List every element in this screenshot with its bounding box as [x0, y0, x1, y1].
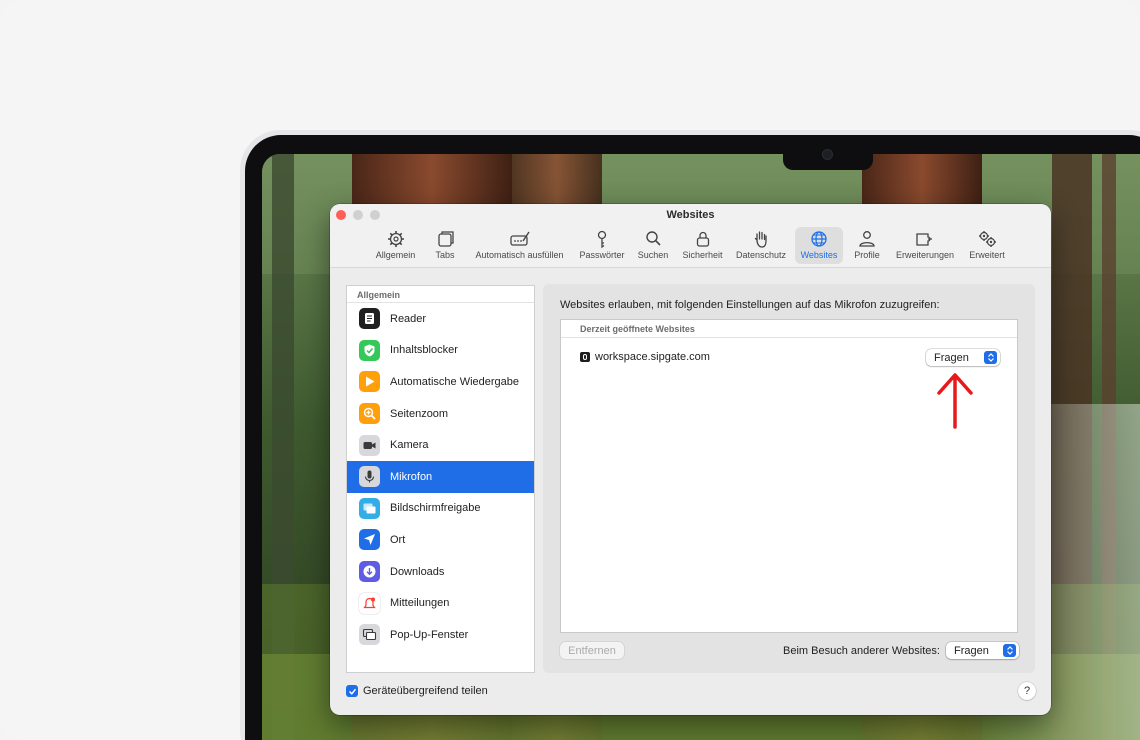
- sidebar-item-ort[interactable]: Ort: [347, 524, 534, 556]
- play-icon: [359, 371, 380, 393]
- microphone-icon: [359, 466, 380, 488]
- site-name: workspace.sipgate.com: [595, 351, 710, 363]
- tab-automatisch-ausfuellen[interactable]: Automatisch ausfüllen: [471, 227, 568, 264]
- tab-websites[interactable]: Websites: [795, 227, 843, 264]
- tab-label: Websites: [800, 250, 838, 260]
- sidebar-item-automatische-wiedergabe[interactable]: Automatische Wiedergabe: [347, 366, 534, 398]
- hand-icon: [754, 231, 767, 248]
- autofill-icon: [509, 231, 530, 246]
- gear-icon: [387, 231, 404, 247]
- sidebar-item-label: Reader: [390, 312, 427, 325]
- tab-label: Erweitert: [969, 250, 1005, 260]
- sidebar-item-bildschirmfreigabe[interactable]: Bildschirmfreigabe: [347, 493, 534, 525]
- lock-icon: [696, 231, 709, 247]
- checkbox-checked-icon: [346, 685, 358, 697]
- sidebar-item-label: Downloads: [390, 565, 445, 578]
- download-icon: [359, 561, 380, 583]
- sidebar-item-seitenzoom[interactable]: Seitenzoom: [347, 398, 534, 430]
- open-websites-table: Derzeit geöffnete Websites workspace.sip…: [560, 319, 1018, 633]
- tab-label: Passwörter: [579, 250, 625, 260]
- sidebar-item-label: Pop-Up-Fenster: [390, 628, 469, 641]
- tab-label: Tabs: [435, 250, 455, 260]
- other-websites-select[interactable]: Fragen: [946, 642, 1019, 659]
- tab-label: Erweiterungen: [895, 250, 955, 260]
- tab-label: Automatisch ausfüllen: [475, 250, 564, 260]
- table-header: Derzeit geöffnete Websites: [561, 320, 1017, 338]
- sidebar-item-label: Bildschirmfreigabe: [390, 502, 481, 515]
- tab-passwoerter[interactable]: Passwörter: [577, 227, 627, 264]
- chevron-updown-icon: [984, 351, 997, 364]
- panel-description: Websites erlauben, mit folgenden Einstel…: [560, 299, 940, 311]
- sidebar-item-label: Automatische Wiedergabe: [390, 375, 520, 388]
- sidebar-item-label: Mitteilungen: [390, 597, 450, 610]
- microphone-settings-panel: Websites erlauben, mit folgenden Einstel…: [543, 284, 1035, 673]
- select-value: Fragen: [934, 351, 969, 364]
- sidebar-item-label: Inhaltsblocker: [390, 344, 458, 357]
- camera-icon: [359, 434, 380, 456]
- sidebar-item-kamera[interactable]: Kamera: [347, 429, 534, 461]
- tab-suchen[interactable]: Suchen: [636, 227, 670, 264]
- zoom-icon: [359, 403, 380, 425]
- location-icon: [359, 529, 380, 551]
- sidebar-item-inhaltsblocker[interactable]: Inhaltsblocker: [347, 335, 534, 367]
- chevron-updown-icon: [1003, 644, 1016, 657]
- websites-sidebar-list: Allgemein Reader Inhaltsblocker Automati…: [346, 285, 535, 673]
- remove-button[interactable]: Entfernen: [560, 642, 624, 659]
- settings-toolbar: Allgemein Tabs Automatisch ausfüllen Pas…: [330, 227, 1051, 265]
- bell-icon: [359, 592, 380, 614]
- reader-icon: [359, 308, 380, 330]
- tab-sicherheit[interactable]: Sicherheit: [680, 227, 725, 264]
- key-icon: [597, 230, 607, 249]
- tab-label: Datenschutz: [735, 250, 787, 260]
- tab-erweitert[interactable]: Erweitert: [966, 227, 1008, 264]
- sidebar-item-label: Ort: [390, 533, 406, 546]
- red-arrow-annotation-icon: [937, 373, 973, 429]
- popup-window-icon: [359, 624, 380, 646]
- titlebar: Websites Allgemein Tabs Automatisch ausf…: [330, 204, 1051, 268]
- select-value: Fragen: [954, 644, 989, 657]
- sidebar-item-label: Kamera: [390, 439, 429, 452]
- checkbox-label: Geräteübergreifend teilen: [363, 685, 488, 697]
- tab-label: Profile: [854, 250, 880, 260]
- sidebar-item-pop-up-fenster[interactable]: Pop-Up-Fenster: [347, 619, 534, 651]
- share-across-devices-checkbox[interactable]: Geräteübergreifend teilen: [346, 685, 488, 697]
- tab-datenschutz[interactable]: Datenschutz: [733, 227, 789, 264]
- puzzle-icon: [916, 233, 932, 246]
- sidebar-item-label: Seitenzoom: [390, 407, 449, 420]
- tab-label: Allgemein: [375, 250, 416, 260]
- tab-label: Suchen: [637, 250, 669, 260]
- tab-profile[interactable]: Profile: [849, 227, 885, 264]
- tab-label: Sicherheit: [682, 250, 723, 260]
- site-permission-select[interactable]: Fragen: [926, 349, 1000, 366]
- sidebar-item-mitteilungen[interactable]: Mitteilungen: [347, 587, 534, 619]
- tab-erweiterungen[interactable]: Erweiterungen: [893, 227, 957, 264]
- safari-settings-window: Websites Allgemein Tabs Automatisch ausf…: [330, 204, 1051, 715]
- screen-share-icon: [359, 497, 380, 519]
- globe-icon: [811, 231, 827, 247]
- shield-check-icon: [359, 339, 380, 361]
- tab-allgemein[interactable]: Allgemein: [372, 227, 419, 264]
- gears-icon: [979, 231, 996, 247]
- sidebar-item-downloads[interactable]: Downloads: [347, 556, 534, 588]
- tab-tabs[interactable]: Tabs: [430, 227, 460, 264]
- search-icon: [646, 231, 661, 246]
- sidebar-section-header: Allgemein: [347, 286, 534, 303]
- sidebar-item-label: Mikrofon: [390, 470, 433, 483]
- help-button[interactable]: ?: [1018, 682, 1036, 700]
- tabs-icon: [438, 231, 454, 247]
- sidebar-item-reader[interactable]: Reader: [347, 303, 534, 335]
- site-favicon-icon: [580, 352, 590, 362]
- person-icon: [859, 231, 875, 247]
- other-websites-label: Beim Besuch anderer Websites:: [783, 645, 940, 657]
- camera-lens: [822, 149, 833, 160]
- sidebar-item-mikrofon[interactable]: Mikrofon: [347, 460, 534, 493]
- window-title: Websites: [666, 209, 715, 221]
